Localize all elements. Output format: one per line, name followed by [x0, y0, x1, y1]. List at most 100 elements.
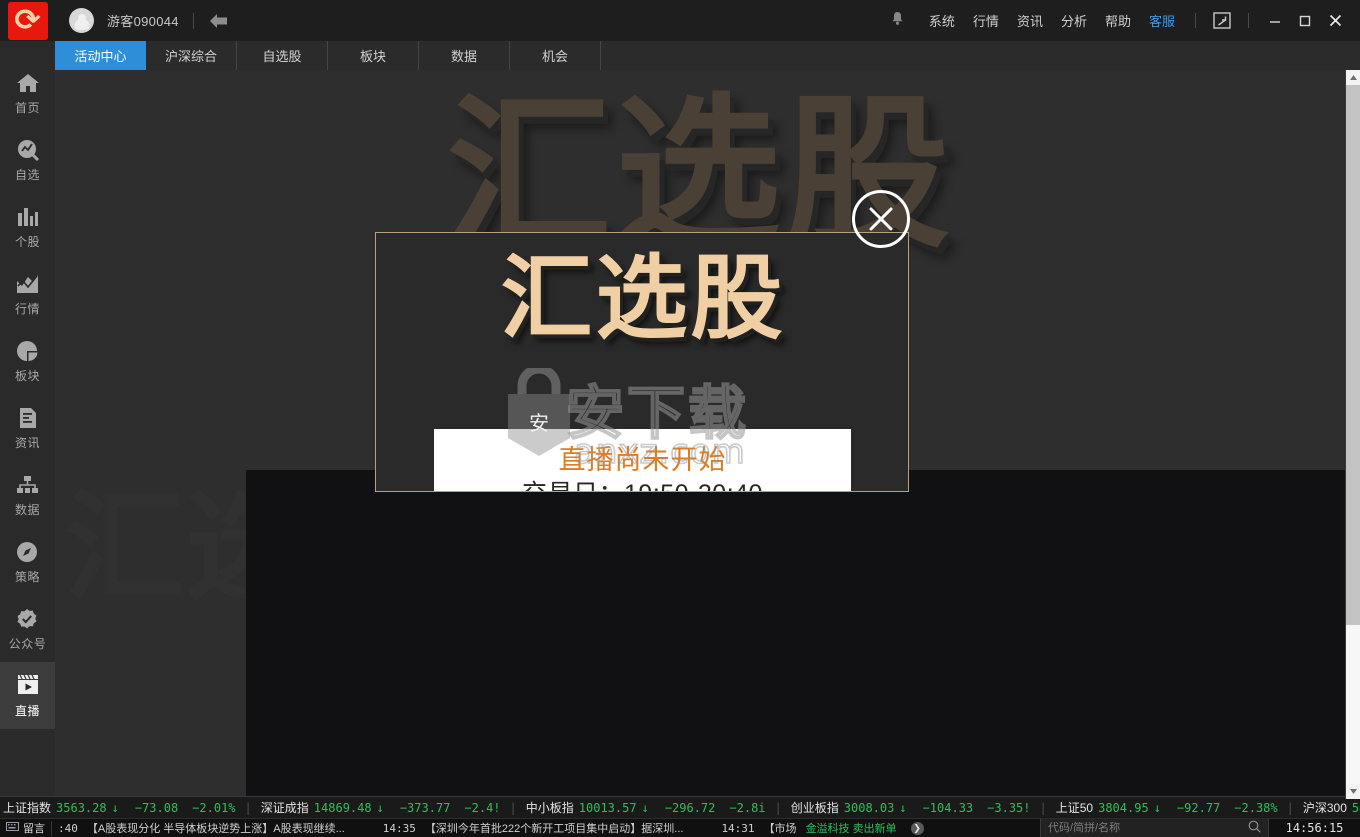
index-value: 14869.48	[313, 800, 372, 815]
index-change: −92.77	[1176, 800, 1221, 815]
scrollbar-thumb[interactable]	[1346, 85, 1360, 625]
menu-item-news[interactable]: 资讯	[1017, 11, 1043, 30]
badge-check-icon	[16, 605, 40, 630]
sidebar-label-watchlist: 自选	[14, 168, 40, 182]
sidebar-label-sectors: 板块	[14, 369, 40, 383]
sidebar-item-home[interactable]: 首页	[0, 59, 55, 126]
tab-data[interactable]: 数据	[419, 41, 510, 70]
news-item-3[interactable]: 14:31 【市场 金溢科技 卖出新单 ❯	[715, 820, 929, 836]
avatar[interactable]	[69, 8, 94, 33]
news-time: 14:31	[721, 821, 755, 835]
tab-hushen-composite[interactable]: 沪深综合	[146, 41, 237, 70]
close-button[interactable]	[1320, 8, 1350, 34]
title-bar: ⟳ 游客090044 系统 行情 资讯 分析 帮助 客服	[0, 0, 1360, 41]
sidebar-item-stock[interactable]: 个股	[0, 193, 55, 260]
menu-item-quotes[interactable]: 行情	[973, 11, 999, 30]
modal-message-box: 直播尚未开始 交易日：19:50-20:40	[434, 429, 851, 491]
restore-down-icon[interactable]	[1207, 8, 1237, 34]
search-box[interactable]	[1040, 819, 1268, 837]
clock-label: 14:56:15	[1268, 819, 1360, 837]
sidebar-item-data[interactable]: 数据	[0, 461, 55, 528]
sidebar-label-home: 首页	[14, 101, 40, 115]
index-item-hs300[interactable]: 沪深300 5436.69 ↓ −142.98 −2.56%	[1300, 799, 1360, 816]
sidebar-item-news[interactable]: 资讯	[0, 394, 55, 461]
news-time: :40	[58, 821, 78, 835]
index-name: 上证50	[1055, 801, 1094, 815]
compass-icon	[16, 538, 40, 563]
back-arrow-icon[interactable]	[208, 12, 230, 30]
titlebar-divider-3	[1248, 13, 1249, 28]
index-arrow-icon: ↓	[376, 800, 384, 815]
scroll-up-arrow-icon[interactable]	[1346, 70, 1360, 85]
index-item-zxbz[interactable]: 中小板指 10013.57 ↓ −296.72 −2.8i	[523, 799, 769, 816]
news-text: 【A股表现分化 半导体板块逆势上涨】A股表现继续...	[86, 823, 345, 835]
message-label: 留言	[23, 823, 45, 835]
news-highlight: 金溢科技 卖出新单	[805, 823, 897, 835]
index-item-sz50[interactable]: 上证50 3804.95 ↓ −92.77 −2.38%	[1053, 799, 1281, 816]
sidebar-label-live: 直播	[14, 704, 40, 718]
index-ticker-bar: 上证指数 3563.28 ↓ −73.08 −2.01% | 深证成指 1486…	[0, 796, 1360, 818]
sidebar-item-official-account[interactable]: 公众号	[0, 595, 55, 662]
sidebar-label-strategy: 策略	[14, 570, 40, 584]
news-item-2[interactable]: 14:35 【深圳今年首批222个新开工项目集中启动】据深圳...	[377, 820, 690, 836]
bell-icon[interactable]	[891, 11, 904, 31]
titlebar-divider	[192, 12, 194, 29]
index-percent: −2.8i	[729, 800, 766, 815]
background-dark-panel	[246, 470, 1345, 799]
vertical-scrollbar[interactable]	[1345, 70, 1360, 799]
index-name: 上证指数	[3, 801, 52, 815]
next-news-arrow-icon[interactable]: ❯	[910, 821, 924, 835]
tab-activity-center[interactable]: 活动中心	[55, 41, 146, 70]
close-circle-icon[interactable]	[852, 190, 910, 248]
index-change: −73.08	[134, 800, 179, 815]
index-name: 中小板指	[525, 801, 574, 815]
live-stream-modal: 汇选股 直播尚未开始 交易日：19:50-20:40	[375, 232, 909, 492]
index-divider: |	[1286, 800, 1294, 815]
titlebar-right-group: 系统 行情 资讯 分析 帮助 客服	[891, 0, 1360, 41]
sidebar-item-sectors[interactable]: 板块	[0, 327, 55, 394]
modal-brand-text: 汇选股	[500, 245, 786, 352]
sidebar-item-watchlist[interactable]: 自选	[0, 126, 55, 193]
tab-sectors[interactable]: 板块	[328, 41, 419, 70]
bars-icon	[16, 203, 40, 228]
sidebar-label-stock: 个股	[14, 235, 40, 249]
menu-item-help[interactable]: 帮助	[1105, 11, 1131, 30]
index-item-szcz[interactable]: 深证成指 14869.48 ↓ −373.77 −2.4!	[258, 799, 504, 816]
search-icon[interactable]	[1248, 820, 1261, 836]
news-text: 【深圳今年首批222个新开工项目集中启动】据深圳...	[424, 823, 684, 835]
index-item-szzs[interactable]: 上证指数 3563.28 ↓ −73.08 −2.01%	[0, 799, 239, 816]
index-change: −373.77	[399, 800, 451, 815]
index-divider: |	[509, 800, 517, 815]
app-logo[interactable]: ⟳	[0, 0, 55, 41]
sidebar-item-quotes[interactable]: 行情	[0, 260, 55, 327]
tab-opportunity[interactable]: 机会	[510, 41, 601, 70]
tab-watchlist[interactable]: 自选股	[237, 41, 328, 70]
titlebar-divider-2	[1195, 13, 1196, 28]
maximize-button[interactable]	[1290, 8, 1320, 34]
search-input[interactable]	[1048, 822, 1248, 834]
news-time: 14:35	[382, 821, 416, 835]
menu-item-analysis[interactable]: 分析	[1061, 11, 1087, 30]
sidebar-label-official-account: 公众号	[8, 637, 47, 651]
news-icon	[16, 404, 40, 429]
index-arrow-icon: ↓	[111, 800, 119, 815]
menu-item-support[interactable]: 客服	[1149, 11, 1175, 30]
index-item-cybz[interactable]: 创业板指 3008.03 ↓ −104.33 −3.35!	[788, 799, 1034, 816]
index-arrow-icon: ↓	[899, 800, 907, 815]
tab-bar: 活动中心 沪深综合 自选股 板块 数据 机会	[55, 41, 1360, 70]
index-value: 3008.03	[843, 800, 895, 815]
index-value: 5436.69	[1351, 800, 1360, 815]
modal-status-text: 直播尚未开始	[558, 445, 727, 476]
news-text: 【市场	[763, 823, 797, 835]
minimize-button[interactable]	[1260, 8, 1290, 34]
menu-item-system[interactable]: 系统	[929, 11, 955, 30]
sidebar-item-live[interactable]: 直播	[0, 662, 55, 729]
index-name: 创业板指	[790, 801, 839, 815]
modal-schedule-text: 交易日：19:50-20:40	[522, 478, 763, 491]
message-button[interactable]: 留言	[0, 820, 51, 836]
scroll-down-arrow-icon[interactable]	[1346, 784, 1360, 799]
news-item-1[interactable]: :40 【A股表现分化 半导体板块逆势上涨】A股表现继续...	[52, 820, 351, 836]
sidebar-item-strategy[interactable]: 策略	[0, 528, 55, 595]
index-change: −104.33	[922, 800, 974, 815]
pie-icon	[16, 337, 40, 362]
